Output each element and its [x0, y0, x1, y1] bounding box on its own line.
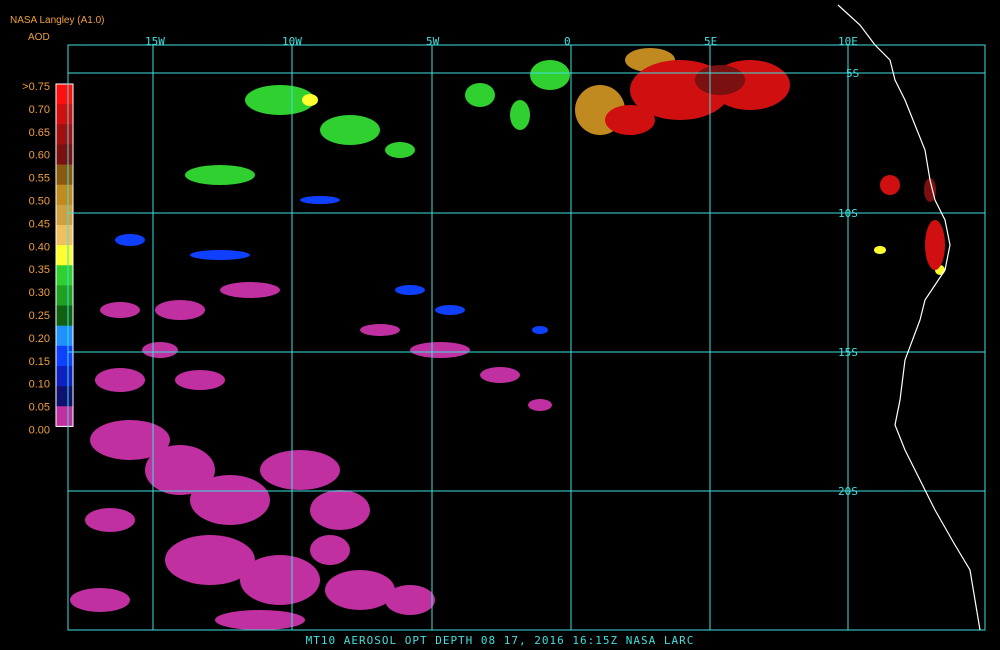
- legend-swatch: [56, 245, 73, 266]
- legend-label: 0.20: [29, 333, 50, 345]
- legend-label: 0.10: [29, 379, 50, 391]
- legend-label: 0.45: [29, 218, 50, 230]
- legend-swatch: [56, 265, 73, 286]
- legend-swatch: [56, 406, 73, 427]
- legend-swatch: [56, 386, 73, 407]
- aod-map: >0.75 0.70 0.65 0.60 0.55 0.50 0.45 0.40 0.35 0.3…: [22, 4, 986, 631]
- legend-label: 0.35: [29, 264, 50, 276]
- legend-label: 0.50: [29, 196, 50, 208]
- legend-swatch: [56, 184, 73, 206]
- legend-swatch: [56, 124, 73, 145]
- legend-label: 0.40: [29, 241, 50, 253]
- lon-label: 10E: [838, 35, 858, 48]
- legend-label: 0.15: [29, 356, 50, 368]
- legend-label: 0.60: [29, 150, 50, 162]
- legend-swatch: [56, 365, 73, 387]
- lat-label: 20S: [838, 485, 858, 498]
- legend-swatch: [56, 305, 73, 327]
- legend-swatch: [56, 345, 73, 367]
- legend-swatch: [56, 285, 73, 307]
- lat-label: 15S: [838, 346, 858, 359]
- lon-label: 10W: [282, 35, 302, 48]
- legend-label: 0.25: [29, 310, 50, 322]
- legend-swatch: [56, 144, 73, 166]
- aerosol-field: [70, 48, 945, 630]
- legend-label: 0.00: [29, 425, 50, 437]
- legend-label: 0.05: [29, 402, 50, 414]
- coastline: [837, 4, 981, 631]
- legend-swatch: [56, 204, 73, 226]
- legend-label: 0.55: [29, 173, 50, 185]
- legend-label: >0.75: [22, 81, 50, 93]
- legend-swatch: [56, 164, 73, 186]
- lon-label: 5E: [704, 35, 717, 48]
- legend-swatch: [56, 325, 73, 347]
- legend-swatch: [56, 224, 73, 246]
- color-legend: >0.75 0.70 0.65 0.60 0.55 0.50 0.45 0.40 0.35 0.3…: [22, 81, 74, 437]
- lon-label: 15W: [145, 35, 165, 48]
- map-caption: MT10 AEROSOL OPT DEPTH 08 17, 2016 16:15…: [305, 634, 695, 647]
- legend-swatch: [56, 84, 73, 105]
- legend-label: 0.70: [29, 104, 50, 116]
- legend-label: 0.65: [29, 127, 50, 139]
- legend-swatch: [56, 104, 73, 125]
- lon-label: 0: [564, 35, 571, 48]
- lon-label: 5W: [426, 35, 440, 48]
- legend-label: 0.30: [29, 287, 50, 299]
- lat-label: 10S: [838, 207, 858, 220]
- lat-label: 5S: [846, 67, 859, 80]
